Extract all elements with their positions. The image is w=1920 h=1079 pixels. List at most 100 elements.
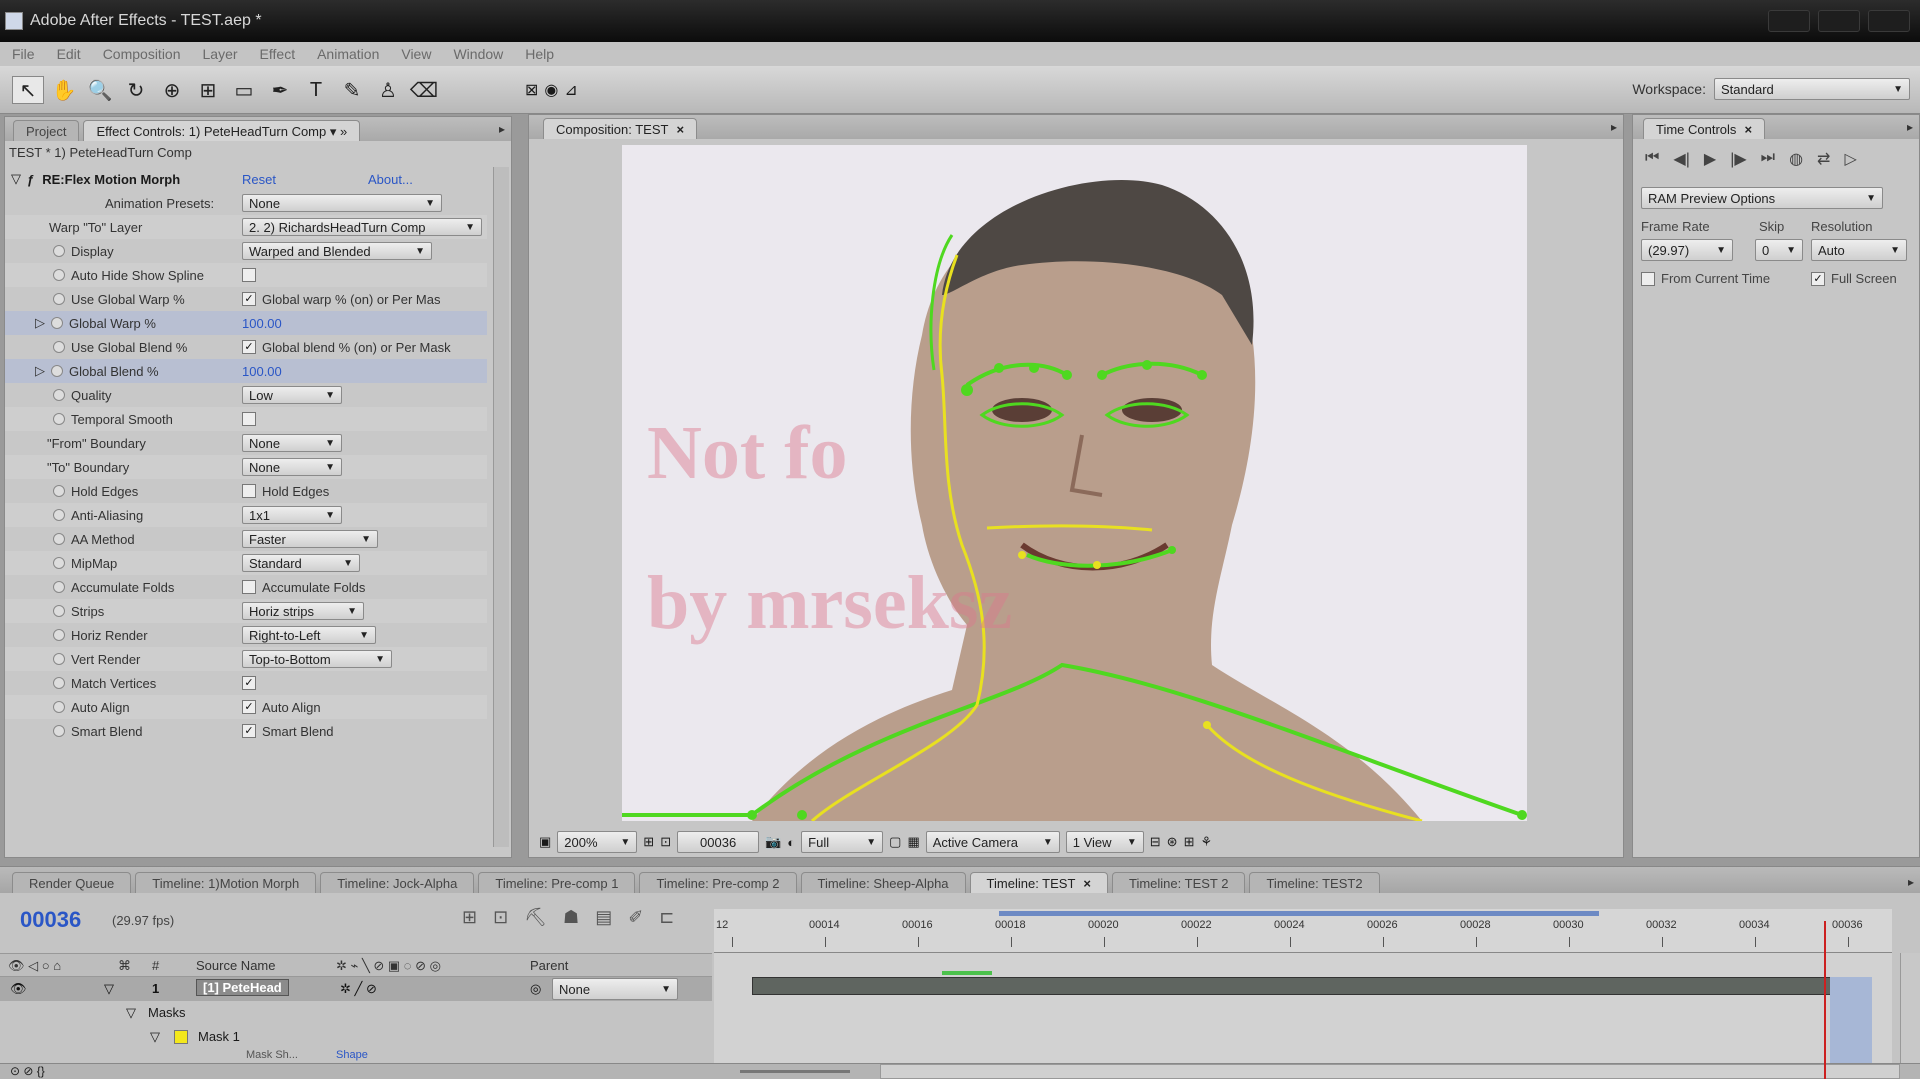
effect-property-row[interactable]: Use Global Blend % ✓ Global blend % (on) o… (5, 335, 487, 359)
zoom-slider[interactable] (740, 1070, 850, 1073)
stopwatch-icon[interactable] (53, 485, 65, 497)
menu-animation[interactable]: Animation (317, 42, 379, 66)
frame-rate-dropdown[interactable]: (29.97) ▼ (1641, 239, 1733, 261)
from-current-time-checkbox[interactable] (1641, 271, 1655, 286)
play-icon[interactable]: ▶ (1704, 149, 1716, 169)
show-channel-icon[interactable]: ◐ (787, 835, 795, 850)
brush-tool-icon[interactable]: ✎ (336, 76, 368, 104)
effect-property-row[interactable]: "From" Boundary None ▼ (5, 431, 487, 455)
stopwatch-icon[interactable] (53, 533, 65, 545)
clone-stamp-tool-icon[interactable]: ♙ (372, 76, 404, 104)
menu-view[interactable]: View (401, 42, 431, 66)
effect-property-checkbox[interactable]: ✓ (242, 292, 256, 306)
previous-frame-icon[interactable]: ◀| (1673, 149, 1689, 169)
ram-preview-options-dropdown[interactable]: RAM Preview Options ▼ (1641, 187, 1883, 209)
panel-menu-icon[interactable]: ▸ (1908, 875, 1914, 889)
skip-dropdown[interactable]: 0 ▼ (1755, 239, 1803, 261)
hand-tool-icon[interactable]: ✋ (48, 76, 80, 104)
layer-switches-icon[interactable]: ✲ ╱ ⊘ (340, 981, 377, 997)
expand-triangle-icon[interactable]: ▽ (11, 171, 21, 187)
composition-mini-flowchart-icon[interactable]: ⊞ (462, 907, 477, 928)
menu-window[interactable]: Window (453, 42, 503, 66)
pixel-aspect-icon[interactable]: ⊟ (1150, 834, 1161, 850)
effect-property-checkbox[interactable]: ✓ (242, 724, 256, 738)
live-update-icon[interactable]: ⊡ (493, 907, 508, 928)
tab-project[interactable]: Project (13, 120, 80, 141)
video-eye-icon[interactable]: 👁 (10, 981, 27, 997)
stopwatch-icon[interactable] (53, 341, 65, 353)
camera-view-dropdown[interactable]: Active Camera ▼ (925, 831, 1060, 853)
effect-property-row[interactable]: Auto Align ✓ Auto Align (5, 695, 487, 719)
minimize-button[interactable] (1768, 10, 1810, 32)
menu-file[interactable]: File (12, 42, 35, 66)
effect-property-dropdown[interactable]: Low ▼ (242, 386, 342, 404)
full-screen-checkbox[interactable]: ✓ (1811, 271, 1825, 286)
fx-icon[interactable]: ƒ (27, 172, 34, 187)
effect-property-checkbox[interactable] (242, 412, 256, 426)
hide-shy-layers-icon[interactable]: ☗ (563, 907, 579, 928)
timeline-tab[interactable]: Timeline: TEST × (969, 872, 1108, 893)
layer-row[interactable]: 👁 ▽ 1 [1] PeteHead ✲ ╱ ⊘ ◎ None ▼ (0, 977, 712, 1001)
effect-property-row[interactable]: Vert Render Top-to-Bottom ▼ (5, 647, 487, 671)
effect-property-row[interactable]: Smart Blend ✓ Smart Blend (5, 719, 487, 743)
effect-property-checkbox[interactable] (242, 484, 256, 498)
effect-property-dropdown[interactable]: None ▼ (242, 458, 342, 476)
world-axis-icon[interactable]: ◉ (544, 80, 558, 100)
mask-1-row[interactable]: ▽ Mask 1 (0, 1025, 712, 1049)
tab-composition[interactable]: Composition: TEST × (543, 118, 698, 139)
flowchart-icon[interactable]: ⚘ (1200, 834, 1212, 850)
grid-icon[interactable]: ⊡ (660, 834, 671, 850)
timeline-tab[interactable]: Timeline: TEST2 (1249, 872, 1380, 893)
time-ruler[interactable]: 12 00014 00016 00018 00020 00022 00024 00026 000… (714, 909, 1892, 953)
stopwatch-icon[interactable] (53, 509, 65, 521)
close-icon[interactable]: × (676, 122, 684, 137)
source-name-column-header[interactable]: Source Name (196, 958, 275, 973)
effect-property-row[interactable]: Horiz Render Right-to-Left ▼ (5, 623, 487, 647)
effect-property-dropdown[interactable]: Standard ▼ (242, 554, 360, 572)
expand-triangle-icon[interactable]: ▷ (35, 363, 45, 379)
timeline-tab[interactable]: Timeline: Jock-Alpha (320, 872, 475, 893)
stopwatch-icon[interactable] (51, 317, 63, 329)
about-link[interactable]: About... (368, 172, 413, 187)
effect-property-row[interactable]: Accumulate Folds Accumulate Folds (5, 575, 487, 599)
rectangle-mask-tool-icon[interactable]: ▭ (228, 76, 260, 104)
draft-3d-icon[interactable]: ⛏ (524, 907, 547, 928)
mask-color-swatch[interactable] (174, 1030, 188, 1044)
effect-property-number[interactable]: 100.00 (242, 316, 282, 331)
effect-property-dropdown[interactable]: Warped and Blended ▼ (242, 242, 432, 260)
close-icon[interactable]: × (1744, 122, 1752, 137)
workspace-dropdown[interactable]: Standard ▼ (1714, 78, 1910, 100)
effect-property-row[interactable]: Quality Low ▼ (5, 383, 487, 407)
last-frame-icon[interactable]: ⏭ (1761, 149, 1775, 169)
effect-property-dropdown[interactable]: Right-to-Left ▼ (242, 626, 376, 644)
stopwatch-icon[interactable] (53, 653, 65, 665)
stopwatch-icon[interactable] (53, 605, 65, 617)
text-tool-icon[interactable]: T (300, 76, 332, 104)
work-area-bar[interactable] (999, 911, 1599, 916)
effect-property-row[interactable]: "To" Boundary None ▼ (5, 455, 487, 479)
menu-edit[interactable]: Edit (57, 42, 81, 66)
view-axis-icon[interactable]: ⊿ (564, 80, 577, 100)
effect-property-row[interactable]: ▷ Global Warp % 100.00 (5, 311, 487, 335)
effect-property-dropdown[interactable]: Horiz strips ▼ (242, 602, 364, 620)
tab-effect-controls[interactable]: Effect Controls: 1) PeteHeadTurn Comp ▾ … (83, 120, 361, 141)
from-current-time-option[interactable]: From Current Time (1641, 271, 1770, 286)
effect-property-row[interactable]: Auto Hide Show Spline (5, 263, 487, 287)
effect-property-dropdown[interactable]: None ▼ (242, 434, 342, 452)
keyframe-marker[interactable] (942, 971, 992, 975)
zoom-tool-icon[interactable]: 🔍 (84, 76, 116, 104)
timeline-tab[interactable]: Timeline: TEST 2 (1112, 872, 1246, 893)
axis-mode-icon[interactable]: ⊠ (525, 80, 538, 100)
mask-shape-value[interactable]: Shape (336, 1049, 368, 1061)
expand-triangle-icon[interactable]: ▽ (126, 1005, 136, 1021)
parent-dropdown[interactable]: None ▼ (552, 978, 678, 1000)
panel-menu-icon[interactable]: ▸ (499, 122, 505, 136)
menu-help[interactable]: Help (525, 42, 554, 66)
timeline-tab[interactable]: Timeline: Sheep-Alpha (800, 872, 966, 893)
effect-property-checkbox[interactable] (242, 580, 256, 594)
panel-menu-icon[interactable]: ▸ (1611, 120, 1617, 134)
stopwatch-icon[interactable] (53, 269, 65, 281)
effect-property-dropdown[interactable]: 2. 2) RichardsHeadTurn Comp ▼ (242, 218, 482, 236)
stopwatch-icon[interactable] (53, 677, 65, 689)
stopwatch-icon[interactable] (53, 389, 65, 401)
